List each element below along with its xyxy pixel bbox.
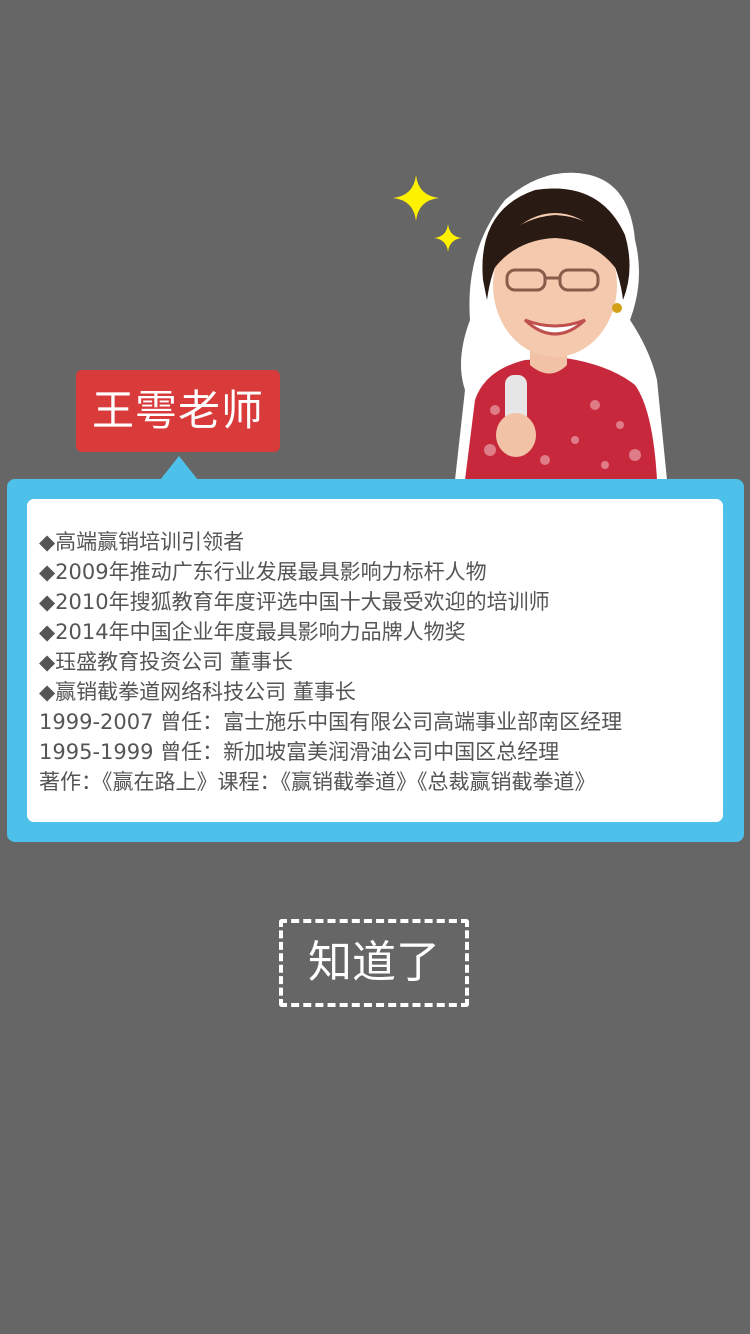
- info-line: ◆2009年推动广东行业发展最具影响力标杆人物: [39, 560, 487, 584]
- name-tag-pointer: [160, 456, 198, 480]
- info-line: 1999-2007 曾任：富士施乐中国有限公司高端事业部南区经理: [39, 710, 623, 734]
- info-line: ◆珏盛教育投资公司 董事长: [39, 650, 293, 674]
- info-line: ◆2010年搜狐教育年度评选中国十大最受欢迎的培训师: [39, 590, 550, 614]
- info-card: ◆高端赢销培训引领者 ◆2009年推动广东行业发展最具影响力标杆人物 ◆2010…: [7, 479, 744, 842]
- teacher-name-tag: 王雩老师: [76, 370, 280, 452]
- info-line: ◆赢销截拳道网络科技公司 董事长: [39, 680, 356, 704]
- info-line: ◆高端赢销培训引领者: [39, 530, 245, 554]
- info-card-content: ◆高端赢销培训引领者 ◆2009年推动广东行业发展最具影响力标杆人物 ◆2010…: [27, 499, 723, 822]
- teacher-intro-screen: 王雩老师 ◆高端赢销培训引领者 ◆2009年推动广东行业发展最具影响力标杆人物 …: [0, 0, 750, 1334]
- info-line: 1995-1999 曾任：新加坡富美润滑油公司中国区总经理: [39, 740, 560, 764]
- info-line: ◆2014年中国企业年度最具影响力品牌人物奖: [39, 620, 466, 644]
- teacher-portrait: [455, 172, 667, 480]
- confirm-button[interactable]: 知道了: [279, 919, 469, 1007]
- info-line: 著作：《赢在路上》课程：《赢销截拳道》《总裁赢销截拳道》: [39, 770, 596, 794]
